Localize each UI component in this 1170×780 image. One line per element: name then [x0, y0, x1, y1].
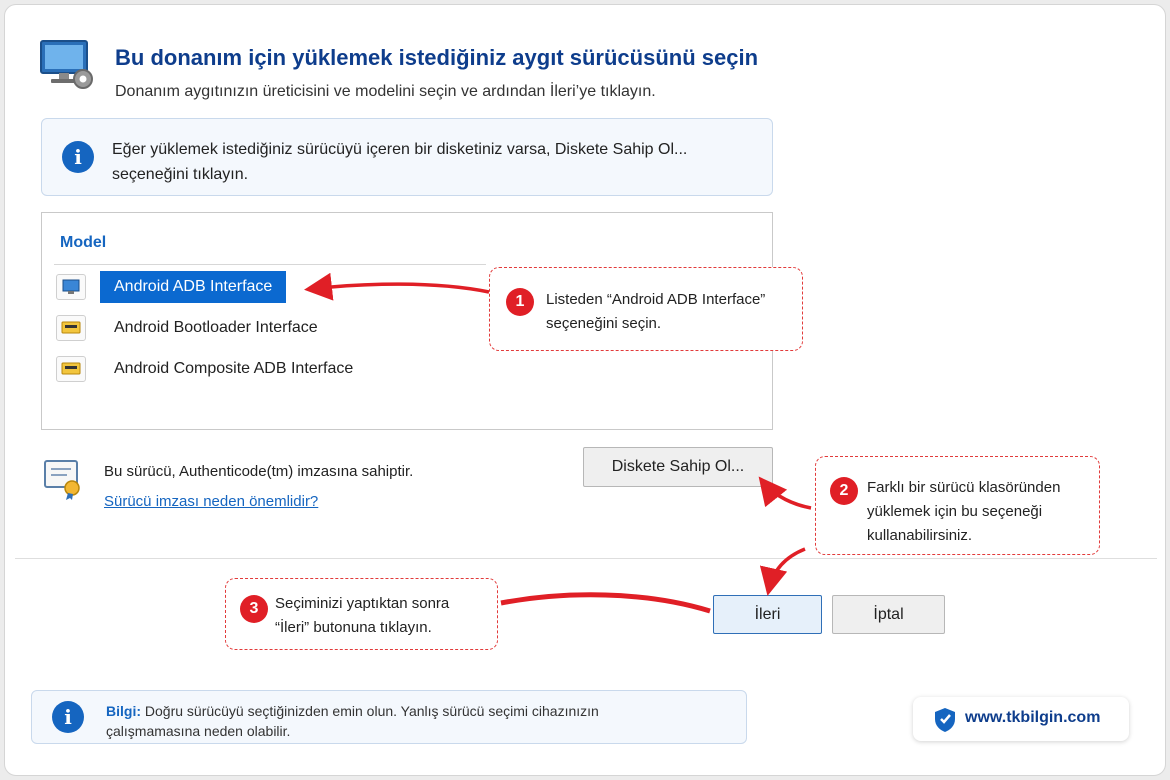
monitor-gear-icon — [39, 39, 99, 93]
next-button[interactable]: İleri — [713, 595, 822, 634]
bottom-info-box: i Bilgi: Doğru sürücüyü seçtiğinizden em… — [31, 690, 747, 744]
signature-info-link[interactable]: Sürücü imzası neden önemlidir? — [104, 493, 318, 510]
dialog-window: Bu donanım için yüklemek istediğiniz ayg… — [4, 4, 1166, 776]
info-text: Eğer yüklemek istediğiniz sürücüyü içere… — [112, 137, 752, 187]
bottom-info-line-2: çalışmamasına neden olabilir. — [106, 723, 291, 739]
callout-text: Farklı bir sürücü klasöründen yüklemek i… — [867, 476, 1060, 548]
info-text-line-1: Eğer yüklemek istediğiniz sürücüyü içere… — [112, 141, 688, 158]
info-icon: i — [62, 141, 94, 173]
header-divider — [54, 264, 486, 265]
callout-text-line: “İleri” butonuna tıklayın. — [275, 619, 432, 636]
callout-number-badge: 1 — [506, 288, 534, 316]
certificate-icon — [43, 459, 83, 501]
bottom-info-text: Bilgi: Doğru sürücüyü seçtiğinizden emin… — [106, 701, 736, 741]
callout-text-line: Listeden “Android ADB Interface” — [546, 291, 766, 308]
model-item-android-bootloader-interface[interactable]: Android Bootloader Interface — [56, 312, 476, 342]
callout-text-line: seçeneğini seçin. — [546, 315, 662, 332]
model-item-android-adb-interface[interactable]: Android ADB Interface — [56, 271, 476, 303]
callout-number-badge: 2 — [830, 477, 858, 505]
model-column-header[interactable]: Model — [60, 234, 106, 252]
callout-number-badge: 3 — [240, 595, 268, 623]
info-box: i Eğer yüklemek istediğiniz sürücüyü içe… — [41, 118, 773, 196]
bottom-info-label: Bilgi: — [106, 703, 141, 719]
footer-divider — [15, 558, 1157, 559]
model-item-label: Android ADB Interface — [100, 271, 287, 303]
callout-text-line: yüklemek için bu seçeneği — [867, 503, 1043, 520]
page-subtitle: Donanım aygıtınızın üreticisini ve model… — [115, 83, 656, 100]
bottom-info-line-1: Doğru sürücüyü seçtiğinizden emin olun. … — [144, 703, 599, 719]
arrow-to-next-button — [759, 547, 806, 596]
callout-3: 3 Seçiminizi yaptıktan sonra “İleri” but… — [225, 578, 498, 650]
cancel-button[interactable]: İptal — [832, 595, 945, 634]
callout-text-line: kullanabilirsiniz. — [867, 527, 973, 544]
shield-icon — [933, 707, 957, 733]
driver-card-icon — [56, 356, 86, 382]
monitor-driver-icon — [56, 274, 86, 300]
have-disk-button[interactable]: Diskete Sahip Ol... — [583, 447, 773, 487]
model-item-label: Android Bootloader Interface — [114, 319, 318, 336]
model-item-android-composite-adb-interface[interactable]: Android Composite ADB Interface — [56, 353, 476, 383]
callout-text: Seçiminizi yaptıktan sonra “İleri” buton… — [275, 592, 449, 640]
info-icon: i — [52, 701, 84, 733]
connector-to-next-button — [500, 592, 711, 614]
page-title: Bu donanım için yüklemek istediğiniz ayg… — [115, 45, 759, 70]
brand-badge[interactable]: www.tkbilgin.com — [913, 697, 1129, 741]
callout-text-line: Farklı bir sürücü klasöründen — [867, 479, 1061, 496]
signature-text: Bu sürücü, Authenticode(tm) imzasına sah… — [104, 463, 414, 480]
driver-card-icon — [56, 315, 86, 341]
callout-text-line: Seçiminizi yaptıktan sonra — [275, 595, 450, 612]
model-item-label: Android Composite ADB Interface — [114, 360, 354, 377]
callout-text: Listeden “Android ADB Interface” seçeneğ… — [546, 288, 765, 336]
callout-1: 1 Listeden “Android ADB Interface” seçen… — [489, 267, 803, 351]
callout-2: 2 Farklı bir sürücü klasöründen yüklemek… — [815, 456, 1100, 555]
info-text-line-2: seçeneğini tıklayın. — [112, 166, 249, 183]
brand-url[interactable]: www.tkbilgin.com — [965, 709, 1100, 727]
